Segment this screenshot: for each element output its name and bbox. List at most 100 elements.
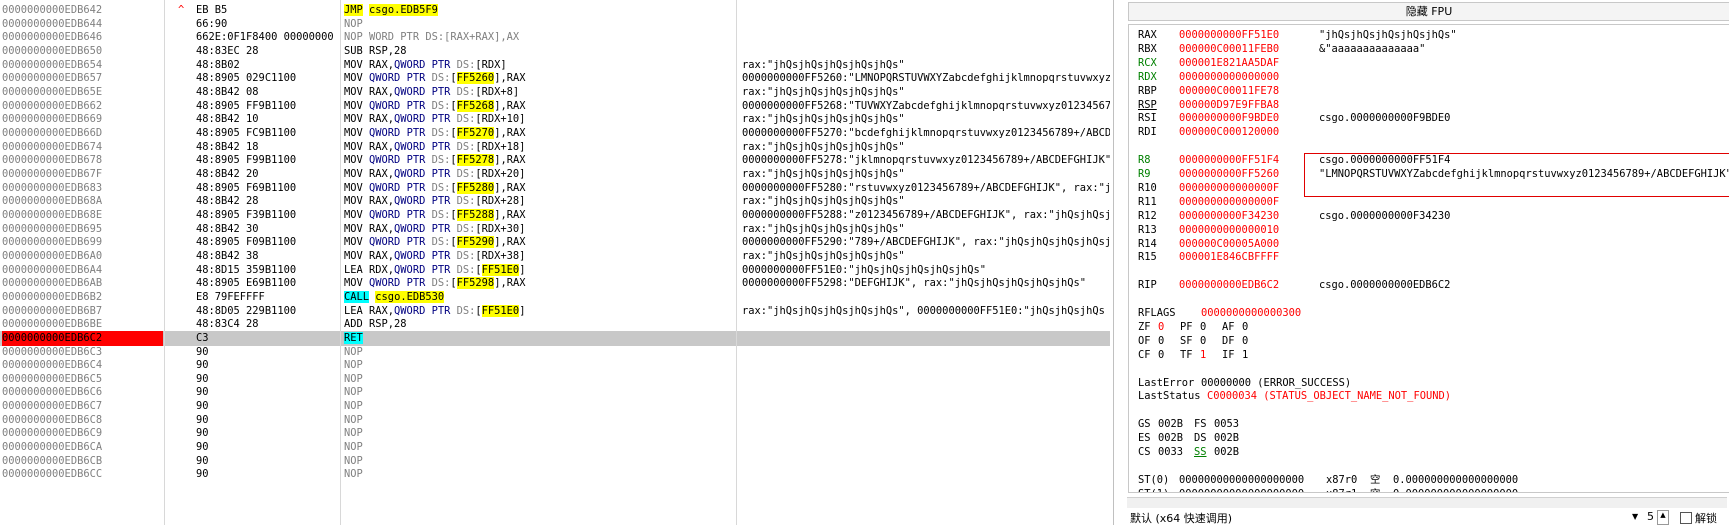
flag-value[interactable]: 0: [1158, 348, 1164, 362]
highlight-box: [1304, 153, 1729, 197]
instruction-token: [RDX+30]: [475, 222, 526, 235]
register-value[interactable]: 000000C00011FEB0: [1179, 42, 1279, 56]
instruction-token: MOV RAX,: [344, 195, 395, 208]
fpu-tag: x87r0: [1326, 473, 1358, 486]
instruction-token: QWORD PTR: [369, 181, 432, 194]
arg-count-spinner[interactable]: ▲: [1657, 510, 1669, 525]
register-value[interactable]: 000000C00005A000: [1179, 237, 1279, 251]
register-value[interactable]: 0000000000FF51E0: [1179, 28, 1279, 42]
call-convention-bar: 默认 (x64 快速调用) ▼ 5 ▲ 解锁: [1127, 510, 1727, 525]
register-value[interactable]: 000000000000000F: [1179, 195, 1279, 209]
instruction-token: LEA RAX,: [344, 304, 395, 317]
instruction-token: JMP: [344, 4, 363, 16]
register-name: RAX: [1138, 29, 1157, 41]
segment-value[interactable]: 002B: [1158, 417, 1183, 431]
segment-name: GS: [1138, 418, 1151, 431]
instruction-token: FF5260: [456, 72, 495, 85]
segment-name: SS: [1194, 446, 1207, 458]
register-value[interactable]: 000000D97E9FFBA8: [1179, 98, 1279, 112]
call-convention-select[interactable]: 默认 (x64 快速调用): [1130, 510, 1232, 526]
flag-value[interactable]: 0: [1242, 320, 1248, 334]
disasm-row[interactable]: 0000000000EDB6CC 90 NOP: [0, 467, 1110, 482]
flag-value[interactable]: 0: [1242, 334, 1248, 348]
instruction-token: MOV: [344, 277, 370, 290]
fpu-name: ST(0): [1138, 473, 1170, 486]
arg-count-value[interactable]: 5: [1647, 510, 1654, 523]
instruction-token: MOV: [344, 72, 370, 85]
instruction-token: FF51E0: [481, 304, 520, 317]
register-value[interactable]: 000001E846CBFFFF: [1179, 250, 1279, 264]
horizontal-scrollbar[interactable]: [1127, 497, 1727, 508]
instruction-token: ],RAX: [494, 208, 526, 221]
instruction-token: QWORD PTR: [369, 99, 432, 112]
instruction-token: ],RAX: [494, 126, 526, 139]
register-value[interactable]: 000000C000120000: [1179, 125, 1279, 139]
register-value[interactable]: 0000000000000300: [1201, 306, 1301, 320]
instruction-token: MOV RAX,: [344, 167, 395, 180]
register-value[interactable]: 0000000000EDB6C2: [1179, 278, 1279, 292]
flag-value[interactable]: 0: [1200, 334, 1206, 348]
segment-value[interactable]: 0033: [1158, 445, 1183, 459]
flag-name: TF: [1180, 348, 1193, 361]
fpu-state: 空: [1370, 487, 1380, 492]
segment-name: DS: [1194, 432, 1207, 445]
hide-fpu-button[interactable]: 隐藏 FPU: [1128, 2, 1729, 21]
instruction-token: FF51E0: [481, 263, 520, 276]
register-name: R11: [1138, 195, 1157, 208]
unlock-checkbox[interactable]: [1680, 512, 1692, 524]
instruction-token: DS:: [456, 113, 476, 126]
instruction-token: [: [450, 126, 457, 139]
instruction-token: DS:: [456, 140, 476, 153]
flag-value[interactable]: 0: [1158, 320, 1164, 334]
instruction-token: DS:: [456, 222, 476, 235]
flag-value[interactable]: 1: [1242, 348, 1248, 362]
register-value[interactable]: 0000000000F9BDE0: [1179, 111, 1279, 125]
register-name: RDI: [1138, 126, 1157, 139]
status-value[interactable]: 00000000 (ERROR_SUCCESS): [1201, 376, 1351, 390]
instruction-cell[interactable]: NOP: [344, 467, 363, 482]
register-value[interactable]: 0000000000FF5260: [1179, 167, 1279, 181]
instruction-token: MOV RAX,: [344, 113, 395, 126]
status-value[interactable]: C0000034 (STATUS_OBJECT_NAME_NOT_FOUND): [1207, 389, 1451, 403]
flag-value[interactable]: 0: [1200, 320, 1206, 334]
instruction-token: ]: [519, 304, 526, 317]
segment-value[interactable]: 002B: [1214, 431, 1239, 445]
register-value[interactable]: 0000000000FF51F4: [1179, 153, 1279, 167]
instruction-token: MOV RAX,: [344, 85, 395, 98]
instruction-token: QWORD PTR: [369, 236, 432, 249]
register-name: R9: [1138, 168, 1151, 180]
flag-value[interactable]: 0: [1158, 334, 1164, 348]
bytes-cell[interactable]: 90: [196, 467, 209, 482]
instruction-token: MOV: [344, 236, 370, 249]
register-list[interactable]: RAX 0000000000FF51E0 "jhQsjhQsjhQsjhQsjhQs…: [1128, 24, 1729, 493]
fpu-val: 00000000000000000000: [1179, 473, 1305, 486]
register-value[interactable]: 000001E821AA5DAF: [1179, 56, 1279, 70]
register-value[interactable]: 0000000000000010: [1179, 223, 1279, 237]
register-name: R14: [1138, 237, 1157, 250]
column-divider: [164, 0, 165, 525]
segment-value[interactable]: 002B: [1158, 431, 1183, 445]
segment-value[interactable]: 0053: [1214, 417, 1239, 431]
flag-value[interactable]: 1: [1200, 348, 1206, 362]
instruction-token: [: [475, 304, 482, 317]
fpu-val: 00000000000000000000: [1179, 487, 1304, 492]
register-comment: csgo.0000000000F9BDE0: [1319, 112, 1451, 125]
instruction-token: NOP: [344, 359, 363, 372]
register-value[interactable]: 0000000000000000: [1179, 70, 1279, 84]
address-cell[interactable]: 0000000000EDB6CC: [2, 467, 102, 482]
register-comment: csgo.0000000000EDB6C2: [1319, 279, 1451, 292]
instruction-token: QWORD PTR: [394, 167, 457, 180]
register-comment: "jhQsjhQsjhQsjhQsjhQs": [1319, 29, 1457, 41]
instruction-token: [RDX+18]: [475, 140, 526, 153]
fpu-tag: x87r1: [1326, 487, 1357, 492]
register-value[interactable]: 000000C00011FE78: [1179, 84, 1279, 98]
disassembly-pane[interactable]: 0000000000EDB642 ^ EB B5 JMP csgo.EDB5F9 000…: [0, 0, 1110, 525]
instruction-token: NOP: [344, 441, 363, 454]
register-value[interactable]: 000000000000000F: [1179, 181, 1279, 195]
instruction-token: DS:: [456, 167, 476, 180]
instruction-token: [RDX+20]: [475, 167, 526, 180]
instruction-token: MOV RAX,: [344, 58, 395, 71]
segment-value[interactable]: 002B: [1214, 445, 1239, 459]
register-value[interactable]: 0000000000F34230: [1179, 209, 1279, 223]
chevron-down-icon[interactable]: ▼: [1632, 512, 1638, 521]
